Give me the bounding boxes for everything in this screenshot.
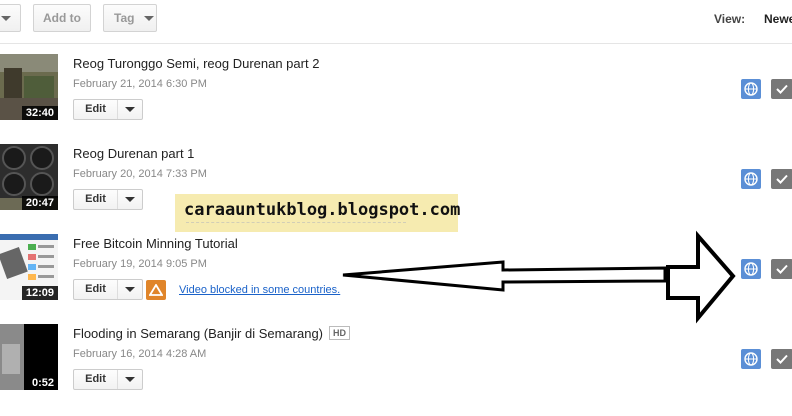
globe-icon[interactable]	[741, 259, 761, 279]
video-thumbnail[interactable]: 0:52	[0, 324, 58, 390]
video-thumbnail[interactable]: 20:47	[0, 144, 58, 210]
edit-label: Edit	[74, 280, 118, 299]
edit-button[interactable]: Edit	[73, 279, 143, 300]
edit-dropdown[interactable]	[118, 280, 142, 299]
video-date: February 20, 2014 7:33 PM	[73, 168, 207, 180]
video-duration: 20:47	[21, 196, 58, 210]
caret-down-icon	[125, 107, 135, 112]
video-row: 32:40 Reog Turonggo Semi, reog Durenan p…	[0, 44, 792, 134]
watermark-text: caraauntukblog.blogspot.com	[184, 200, 461, 220]
checkbox-checked-icon[interactable]	[771, 349, 792, 369]
edit-button[interactable]: Edit	[73, 369, 143, 390]
add-to-label: Add to	[43, 11, 81, 25]
tag-label: Tag	[114, 11, 135, 25]
edit-dropdown[interactable]	[118, 100, 142, 119]
video-date: February 19, 2014 9:05 PM	[73, 258, 207, 270]
video-row: 0:52 Flooding in Semarang (Banjir di Sem…	[0, 314, 792, 404]
edit-button[interactable]: Edit	[73, 189, 143, 210]
globe-icon[interactable]	[741, 79, 761, 99]
globe-icon[interactable]	[741, 349, 761, 369]
edit-dropdown[interactable]	[118, 190, 142, 209]
tag-button[interactable]: Tag	[103, 4, 157, 32]
video-title[interactable]: Reog Turonggo Semi, reog Durenan part 2	[73, 56, 319, 71]
view-label: View:	[714, 12, 746, 26]
video-date: February 16, 2014 4:28 AM	[73, 348, 207, 360]
caret-down-icon	[125, 287, 135, 292]
checkbox-checked-icon[interactable]	[771, 79, 792, 99]
caret-down-icon	[0, 15, 11, 21]
edit-dropdown[interactable]	[118, 370, 142, 389]
edit-button[interactable]: Edit	[73, 99, 143, 120]
view-sort-dropdown[interactable]: Newest	[764, 12, 792, 26]
video-thumbnail[interactable]: 12:09	[0, 234, 58, 300]
edit-label: Edit	[74, 100, 118, 119]
toolbar: Add to Tag View: Newest	[0, 0, 792, 44]
checkbox-checked-icon[interactable]	[771, 169, 792, 189]
video-title[interactable]: Flooding in Semarang (Banjir di Semarang…	[73, 326, 323, 341]
edit-label: Edit	[74, 190, 118, 209]
video-row: 12:09 Free Bitcoin Minning Tutorial Febr…	[0, 224, 792, 314]
hd-badge: HD	[329, 326, 350, 340]
video-title[interactable]: Free Bitcoin Minning Tutorial	[73, 236, 238, 251]
caret-down-icon	[125, 377, 135, 382]
video-blocked-link[interactable]: Video blocked in some countries.	[179, 284, 340, 296]
warning-triangle-icon	[146, 280, 166, 300]
watermark-underline	[186, 222, 406, 229]
add-to-button[interactable]: Add to	[33, 4, 91, 32]
video-title[interactable]: Reog Durenan part 1	[73, 146, 194, 161]
video-thumbnail[interactable]: 32:40	[0, 54, 58, 120]
video-duration: 0:52	[27, 376, 58, 390]
actions-dropdown-button[interactable]	[0, 4, 21, 32]
video-date: February 21, 2014 6:30 PM	[73, 78, 207, 90]
video-duration: 12:09	[21, 286, 58, 300]
video-duration: 32:40	[21, 106, 58, 120]
caret-down-icon	[125, 197, 135, 202]
caret-down-icon	[144, 15, 155, 21]
checkbox-checked-icon[interactable]	[771, 259, 792, 279]
edit-label: Edit	[74, 370, 118, 389]
globe-icon[interactable]	[741, 169, 761, 189]
